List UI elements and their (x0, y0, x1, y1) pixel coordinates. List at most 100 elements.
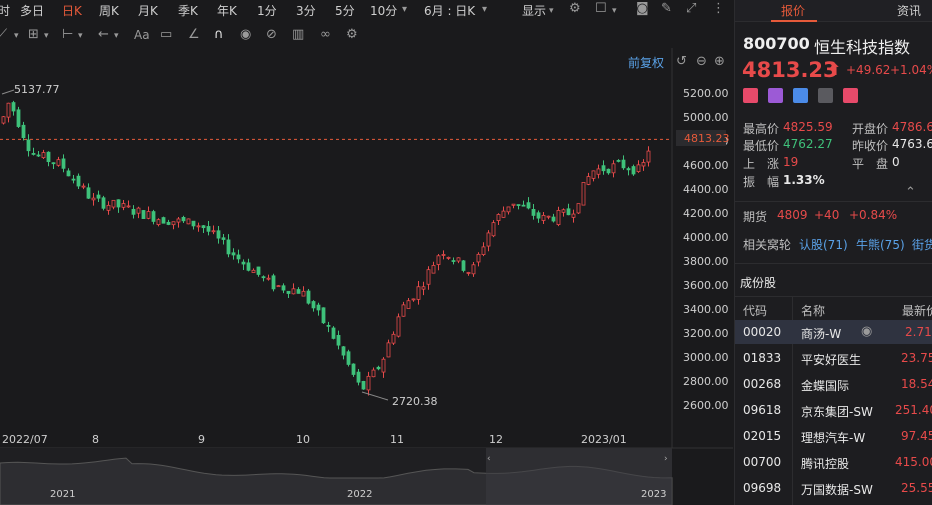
magnet-icon[interactable]: ∩ (214, 27, 224, 43)
date-label: 10 (296, 433, 310, 446)
outstanding-link[interactable]: 街货 (912, 236, 932, 253)
lightning-icon[interactable] (768, 88, 783, 103)
comment-tool-icon[interactable]: ▭ (160, 27, 172, 43)
hide-icon[interactable]: ⊘ (266, 27, 277, 43)
chevron-down-icon[interactable]: ▾ (114, 28, 119, 44)
pencil-icon[interactable]: ✎ (661, 1, 672, 17)
settings-icon[interactable]: ⚙ (346, 27, 358, 43)
cbbc-link[interactable]: 牛熊(75) (856, 236, 905, 253)
tab-news[interactable]: 资讯 (897, 2, 921, 19)
trend-tool-icon[interactable]: ⟋ (0, 27, 7, 43)
candle-down (261, 276, 266, 279)
chevron-down-icon[interactable]: ▾ (612, 3, 617, 19)
table-row[interactable]: 09618 京东集团-SW 251.400 (735, 398, 932, 422)
zoom-out-icon[interactable]: ⊖ (696, 54, 707, 70)
candle-up (586, 176, 591, 185)
favorite-heart-icon[interactable] (843, 88, 858, 103)
table-row[interactable]: 02015 理想汽车-W 97.450 (735, 424, 932, 448)
candle-up (91, 197, 96, 201)
kline-svg[interactable]: 5200.005000.004800.004600.004400.004200.… (0, 48, 733, 505)
period-tab-quarterly[interactable]: 季K (178, 2, 198, 19)
display-menu[interactable]: 显示 (522, 2, 546, 19)
period-tab-1min[interactable]: 1分 (257, 2, 277, 19)
table-row[interactable]: 00268 金蝶国际 18.540 (735, 372, 932, 396)
channel-tool-icon[interactable]: ⊞ (28, 27, 39, 43)
more-icon[interactable]: ⋮ (712, 1, 725, 17)
candle-up (56, 159, 61, 166)
chevron-down-icon[interactable]: ▾ (549, 3, 554, 19)
low-annotation-line (361, 391, 389, 401)
col-price[interactable]: 最新价 (902, 302, 932, 319)
doc-icon[interactable] (818, 88, 833, 103)
link-icon[interactable]: ∞ (320, 27, 331, 43)
candle-up (541, 215, 546, 221)
period-tab-yearly[interactable]: 年K (217, 2, 237, 19)
price-axis-label: 3800.00 (683, 255, 729, 268)
kline-chart[interactable]: 5200.005000.004800.004600.004400.004200.… (0, 48, 733, 505)
eye-icon[interactable]: ◉ (240, 27, 251, 43)
warrants-link[interactable]: 认股(71) (799, 236, 848, 253)
price-axis-label: 4600.00 (683, 159, 729, 172)
chevron-up-icon[interactable]: ⌃ (905, 185, 916, 201)
candle-down (331, 327, 336, 339)
gear-icon[interactable]: ⚙ (569, 1, 581, 17)
candle-up (431, 265, 436, 274)
reset-icon[interactable]: ↺ (676, 54, 687, 70)
measure-tool-icon[interactable]: ⊢ (62, 27, 73, 43)
zoom-in-icon[interactable]: ⊕ (714, 54, 725, 70)
ruler-tool-icon[interactable]: ∠ (188, 27, 200, 43)
row-code: 02015 (743, 429, 782, 443)
candle-up (391, 333, 396, 344)
period-tab-5min[interactable]: 5分 (335, 2, 355, 19)
price-restore-toggle[interactable]: 前复权 (628, 54, 664, 71)
tag-icon[interactable] (793, 88, 808, 103)
square-icon[interactable]: ☐ (595, 1, 607, 17)
candle-up (6, 102, 11, 118)
view-icon[interactable]: ◉ (861, 324, 872, 340)
period-tab-daily[interactable]: 日K (62, 2, 82, 19)
amplitude-value: 1.33% (783, 173, 825, 187)
table-row[interactable]: 00700 腾讯控股 415.000 (735, 450, 932, 474)
period-tab-10min[interactable]: 10分 (370, 2, 397, 19)
chevron-down-icon[interactable]: ▾ (402, 2, 407, 18)
price-axis-label: 3400.00 (683, 303, 729, 316)
col-name[interactable]: 名称 (801, 302, 825, 319)
chevron-down-icon[interactable]: ▾ (14, 28, 19, 44)
candle-down (66, 170, 71, 177)
period-tab-3min[interactable]: 3分 (296, 2, 316, 19)
candle-up (646, 150, 651, 163)
period-tab-multiday[interactable]: 多日 (20, 2, 44, 19)
price-axis-label: 4000.00 (683, 231, 729, 244)
col-code[interactable]: 代码 (743, 302, 767, 319)
camera-icon[interactable]: ◙ (636, 1, 649, 17)
tab-quote[interactable]: 报价 (781, 2, 805, 19)
candle-up (401, 304, 406, 317)
futures-change: +40 (814, 208, 840, 222)
candle-down (341, 346, 346, 356)
window-handle-left-icon[interactable]: ‹ (487, 454, 491, 464)
candle-down (101, 197, 106, 209)
period-tab-intraday[interactable]: 时 (0, 2, 10, 19)
divider (735, 201, 932, 202)
candle-down (86, 187, 91, 199)
candle-down (206, 226, 211, 232)
table-row[interactable]: 00020 商汤-W ◉ 2.710 (735, 320, 932, 344)
table-row[interactable]: 09698 万国数据-SW 25.550 (735, 476, 932, 500)
expand-icon[interactable]: ⤢ (686, 1, 696, 17)
trash-icon[interactable]: ▥ (292, 27, 304, 43)
text-tool-icon[interactable]: Aa (134, 27, 150, 43)
chevron-down-icon[interactable]: ▾ (482, 2, 487, 18)
period-tab-weekly[interactable]: 周K (99, 2, 119, 19)
window-handle-right-icon[interactable]: › (664, 454, 668, 464)
candle-up (511, 203, 516, 206)
candle-up (176, 218, 181, 223)
chevron-down-icon[interactable]: ▾ (78, 28, 83, 44)
candle-down (566, 208, 571, 216)
table-row[interactable]: 01833 平安好医生 23.750 (735, 346, 932, 370)
hk-flag-icon[interactable] (743, 88, 758, 103)
arrow-tool-icon[interactable]: ← (98, 27, 109, 43)
candle-up (436, 255, 441, 265)
range-select[interactable]: 6月 : 日K (424, 2, 475, 19)
period-tab-monthly[interactable]: 月K (138, 2, 158, 19)
chevron-down-icon[interactable]: ▾ (44, 28, 49, 44)
